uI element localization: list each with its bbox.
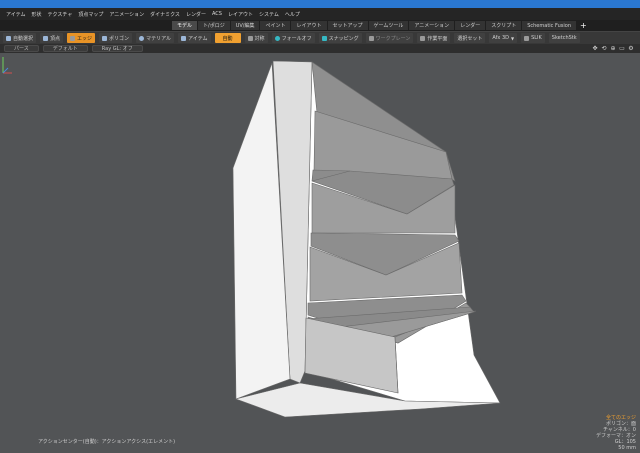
tab-script[interactable]: スクリプト <box>486 21 522 30</box>
snapping-icon <box>321 35 327 41</box>
polygons-mode-button[interactable]: ポリゴン <box>99 33 133 43</box>
action-center-auto-label: 自動 <box>222 35 233 42</box>
menu-item-render[interactable]: レンダー <box>186 11 206 18</box>
layout-tab-bar: モデル ト/ポロジ UV/編集 ペイント レイアウト セットアップ ゲームツール… <box>0 20 640 31</box>
tab-animation[interactable]: アニメーション <box>409 21 455 30</box>
vertices-mode-button[interactable]: 頂点 <box>40 33 64 43</box>
menu-item-help[interactable]: ヘルプ <box>285 11 300 18</box>
falloff-button[interactable]: フォールオフ <box>271 33 315 43</box>
vertices-mode-label: 頂点 <box>50 35 61 42</box>
tab-setup[interactable]: セットアップ <box>327 21 368 30</box>
afx-dropdown[interactable]: Afx 3D ▼ <box>489 33 518 43</box>
maximize-icon[interactable]: ▭ <box>619 45 625 52</box>
action-center-status: アクションセンター(自動)：アクションアクシス(エレメント) <box>38 439 176 445</box>
tab-topology[interactable]: ト/ポロジ <box>198 21 230 30</box>
workplane-button[interactable]: 作業平面 <box>417 33 451 43</box>
selection-toolbar: 自動選択 頂点 エッジ ポリゴン マテリアル アイテム 自動 対称 フォールオフ… <box>0 31 640 44</box>
workplane-grid-icon <box>368 35 374 41</box>
action-center-auto-button[interactable]: 自動 <box>214 33 241 43</box>
tab-uv-edit[interactable]: UV/編集 <box>230 21 260 30</box>
tab-schematic-fusion[interactable]: Schematic Fusion <box>522 21 577 30</box>
select-set-label: 選択セット <box>457 35 483 42</box>
auto-select-icon <box>6 35 11 41</box>
view-perspective-button[interactable]: パース <box>4 45 39 52</box>
rotate-icon[interactable]: ⟲ <box>601 45 607 52</box>
menu-item-acs[interactable]: ACS <box>212 11 222 17</box>
falloff-label: フォールオフ <box>281 35 312 42</box>
viewport-info-overlay: 全てのエッジ ポリゴン：面 チャンネル：0 デフォーマ：オン GL：105 50… <box>596 415 636 451</box>
menu-item-layout[interactable]: レイアウト <box>228 11 253 18</box>
edge-icon <box>70 35 76 41</box>
workplane-toggle-label: ワークプレーン <box>375 35 411 42</box>
tab-game-tools[interactable]: ゲームツール <box>368 21 409 30</box>
chevron-down-icon: ▼ <box>510 35 515 41</box>
item-cube-icon <box>181 35 187 41</box>
shading-default-button[interactable]: デフォルト <box>42 45 88 52</box>
snapping-label: スナッピング <box>328 35 359 42</box>
main-menu-bar: アイテム 形状 テクスチャ 頂点マップ アニメーション ダイナミクス レンダー … <box>0 8 640 20</box>
polygon-icon <box>102 35 108 41</box>
auto-select-button[interactable]: 自動選択 <box>3 33 37 43</box>
slik-icon <box>524 35 530 41</box>
tab-render[interactable]: レンダー <box>455 21 486 30</box>
items-mode-label: アイテム <box>188 35 208 42</box>
slik-label: SLIK <box>531 35 542 41</box>
materials-mode-button[interactable]: マテリアル <box>136 33 175 43</box>
material-icon <box>139 35 145 41</box>
symmetry-button[interactable]: 対称 <box>244 33 268 43</box>
viewport-controls: ✥ ⟲ ⊕ ▭ ⚙ <box>589 44 634 53</box>
tab-model[interactable]: モデル <box>172 21 198 30</box>
menu-item-animation[interactable]: アニメーション <box>109 11 144 18</box>
menu-item-geometry[interactable]: 形状 <box>32 11 42 18</box>
vertex-icon <box>43 35 49 41</box>
select-set-button[interactable]: 選択セット <box>454 33 486 43</box>
symmetry-icon <box>247 35 253 41</box>
polygons-mode-label: ポリゴン <box>109 35 130 42</box>
edges-mode-label: エッジ <box>77 35 93 42</box>
menu-item-system[interactable]: システム <box>259 11 279 18</box>
slik-button[interactable]: SLIK <box>521 33 545 43</box>
edges-mode-button[interactable]: エッジ <box>67 33 96 43</box>
tab-layout[interactable]: レイアウト <box>291 21 327 30</box>
title-accent-bar <box>0 0 640 8</box>
bookshelf-model <box>232 60 501 418</box>
sketch-button[interactable]: SketchStk <box>548 33 580 43</box>
auto-select-label: 自動選択 <box>13 35 34 42</box>
menu-item-item[interactable]: アイテム <box>6 11 26 18</box>
pan-icon[interactable]: ✥ <box>592 45 598 52</box>
menu-item-dynamics[interactable]: ダイナミクス <box>150 11 180 18</box>
add-tab-button[interactable]: + <box>580 21 587 30</box>
materials-mode-label: マテリアル <box>146 35 172 42</box>
axis-gizmo-icon <box>2 57 12 74</box>
symmetry-label: 対称 <box>254 35 265 42</box>
items-mode-button[interactable]: アイテム <box>178 33 211 43</box>
afx-label: Afx 3D <box>492 35 509 41</box>
menu-item-texture[interactable]: テクスチャ <box>48 11 73 18</box>
zoom-icon[interactable]: ⊕ <box>610 45 616 52</box>
info-focal-length: 50 mm <box>618 445 636 451</box>
3d-viewport[interactable]: アクションセンター(自動)：アクションアクシス(エレメント) 全てのエッジ ポリ… <box>0 53 640 453</box>
workplane-icon <box>420 35 426 41</box>
settings-gear-icon[interactable]: ⚙ <box>628 45 634 52</box>
snapping-button[interactable]: スナッピング <box>318 33 362 43</box>
tab-paint[interactable]: ペイント <box>260 21 291 30</box>
workplane-toggle-button[interactable]: ワークプレーン <box>365 33 414 43</box>
ray-gl-button[interactable]: Ray GL: オフ <box>91 45 143 52</box>
falloff-icon <box>274 35 280 41</box>
workplane-label: 作業平面 <box>427 35 448 42</box>
viewport-header: パース デフォルト Ray GL: オフ ✥ ⟲ ⊕ ▭ ⚙ <box>0 44 640 53</box>
sketch-label: SketchStk <box>551 35 577 41</box>
menu-item-vertex-map[interactable]: 頂点マップ <box>78 11 103 18</box>
